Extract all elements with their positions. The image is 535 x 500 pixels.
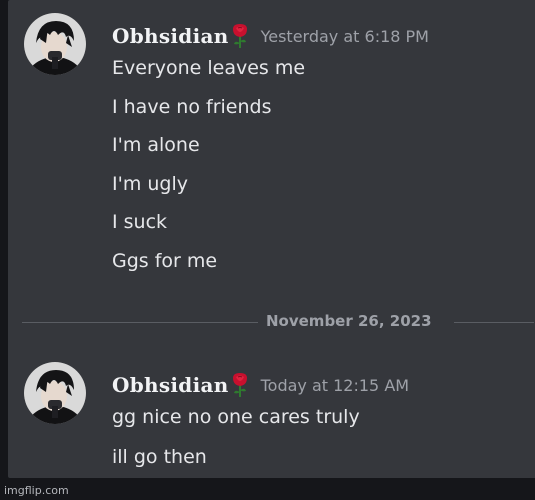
message-header: Obhsidian Yesterday at 6:18 PM — [112, 21, 429, 51]
rose-icon — [231, 372, 249, 398]
message-text[interactable]: I suck — [112, 211, 167, 233]
message-text[interactable]: I'm ugly — [112, 173, 188, 195]
message-text[interactable]: gg nice no one cares truly — [112, 406, 360, 428]
date-divider: November 26, 2023 — [8, 308, 535, 336]
message-timestamp: Today at 12:15 AM — [260, 375, 410, 395]
message-header: Obhsidian Today at 12:15 AM — [112, 370, 409, 400]
divider-line — [22, 322, 258, 323]
user-avatar[interactable] — [24, 13, 86, 75]
user-avatar[interactable] — [24, 362, 86, 424]
message-text[interactable]: I have no friends — [112, 96, 271, 118]
rose-icon — [231, 23, 249, 49]
imgflip-watermark: imgflip.com — [4, 484, 69, 497]
message-timestamp: Yesterday at 6:18 PM — [260, 26, 429, 46]
chat-panel: Obhsidian Yesterday at 6:18 PM Everyone … — [8, 0, 535, 478]
message-text[interactable]: I'm alone — [112, 134, 200, 156]
message-text[interactable]: Everyone leaves me — [112, 57, 305, 79]
username[interactable]: Obhsidian — [112, 373, 229, 397]
date-divider-label: November 26, 2023 — [266, 312, 432, 330]
message-text[interactable]: ill go then — [112, 446, 207, 468]
avatar-dark-hair-icon — [24, 362, 86, 424]
avatar-dark-hair-icon — [24, 13, 86, 75]
username[interactable]: Obhsidian — [112, 24, 229, 48]
divider-line — [454, 322, 534, 323]
message-text[interactable]: Ggs for me — [112, 250, 217, 272]
